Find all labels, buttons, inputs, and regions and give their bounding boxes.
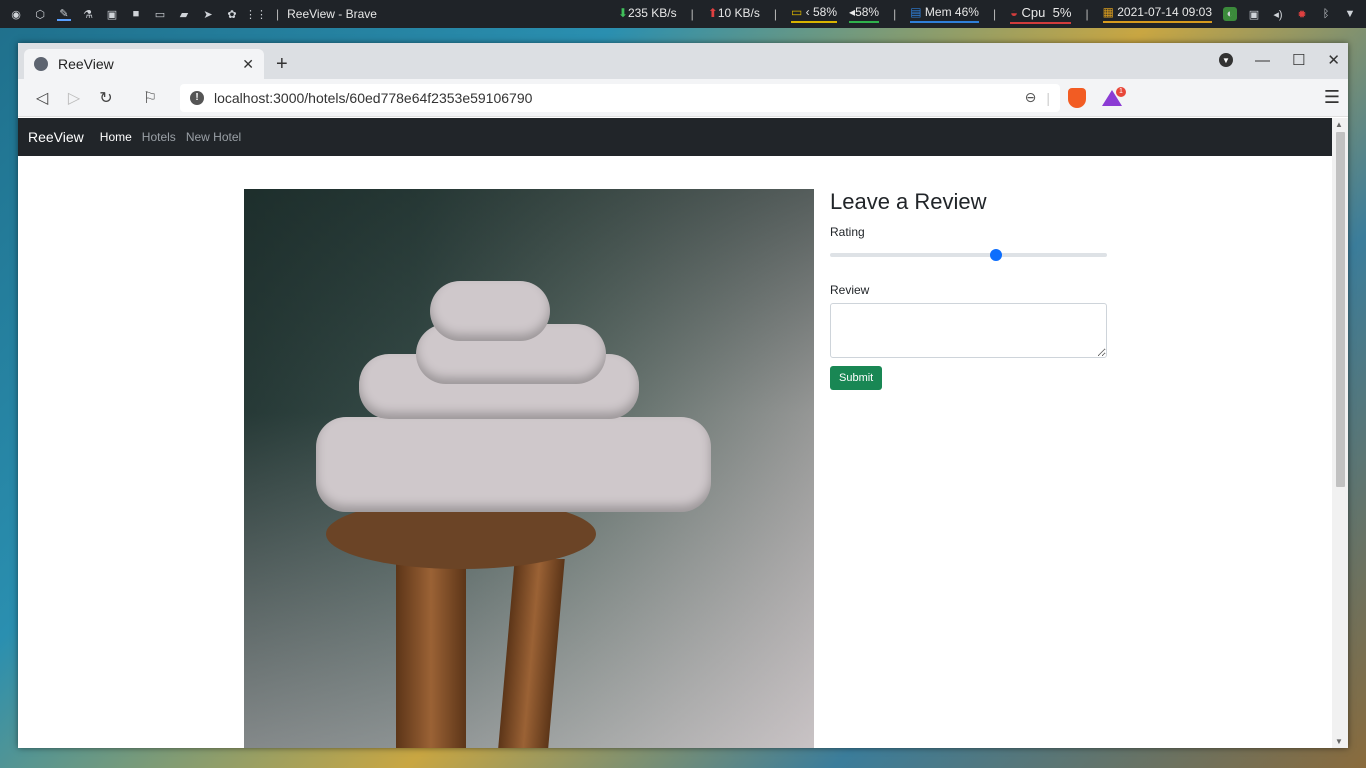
memory-icon: ▤ bbox=[910, 5, 922, 19]
upload-arrow-icon: ⬆ bbox=[707, 6, 718, 20]
active-window-title[interactable]: ReeView - Brave bbox=[287, 7, 377, 21]
brave-rewards-icon[interactable]: 1 bbox=[1102, 86, 1126, 106]
scrollbar-thumb[interactable] bbox=[1336, 132, 1345, 487]
window-controls: ▼ — ☐ ✕ bbox=[1218, 51, 1340, 69]
video-camera-icon[interactable]: ■ bbox=[129, 7, 143, 21]
calendar-icon: ▦ bbox=[1102, 5, 1114, 19]
url-text[interactable]: localhost:3000/hotels/60ed778e64f2353e59… bbox=[214, 90, 1025, 106]
towel bbox=[430, 281, 550, 341]
scroll-down-icon[interactable]: ▼ bbox=[1335, 737, 1343, 746]
battery-indicator[interactable]: ▭ ‹ 58% bbox=[790, 5, 838, 23]
memory-indicator: ▤ Mem 46% bbox=[910, 5, 979, 23]
bookmark-icon[interactable]: ⚐ bbox=[134, 88, 166, 108]
battery-icon: ▭ bbox=[790, 5, 803, 19]
tray-app-icon[interactable]: ◐ bbox=[1223, 7, 1237, 21]
forward-button[interactable]: ▷ bbox=[58, 88, 90, 108]
panel-separator: | bbox=[773, 7, 777, 21]
zoom-icon[interactable]: ⊖ bbox=[1025, 89, 1037, 106]
laptop-icon[interactable]: ▭ bbox=[153, 7, 167, 21]
flask-icon[interactable]: ⚗ bbox=[81, 7, 95, 21]
clock[interactable]: ▦ 2021-07-14 09:03 bbox=[1102, 5, 1212, 23]
review-textarea[interactable] bbox=[830, 303, 1107, 358]
cpu-indicator: ◒ Cpu 5% bbox=[1010, 4, 1072, 24]
towel bbox=[316, 417, 711, 512]
address-bar[interactable]: ! localhost:3000/hotels/60ed778e64f2353e… bbox=[180, 83, 1060, 112]
site-brand[interactable]: ReeView bbox=[28, 129, 84, 145]
page-content: ReeView Home Hotels New Hotel Leave a Re… bbox=[18, 118, 1332, 748]
review-label: Review bbox=[830, 283, 870, 297]
tab-search-dropdown-icon[interactable]: ▼ bbox=[1218, 53, 1233, 67]
rating-label: Rating bbox=[830, 225, 865, 239]
app-launcher-icon[interactable]: ◉ bbox=[9, 7, 23, 21]
wifi-icon[interactable]: ▼ bbox=[1343, 7, 1357, 21]
site-info-icon[interactable]: ! bbox=[190, 90, 204, 105]
nav-hotels[interactable]: Hotels bbox=[142, 130, 176, 144]
back-button[interactable]: ◁ bbox=[26, 88, 58, 108]
image-viewer-icon[interactable]: ▣ bbox=[105, 7, 119, 21]
volume-tray-icon[interactable]: ◂) bbox=[1271, 7, 1285, 21]
brave-shields-icon[interactable] bbox=[1068, 87, 1086, 108]
tab-title: ReeView bbox=[58, 56, 114, 72]
close-window-button[interactable]: ✕ bbox=[1327, 51, 1340, 69]
menu-icon[interactable]: ☰ bbox=[1324, 87, 1340, 108]
folder-icon[interactable]: ▰ bbox=[177, 7, 191, 21]
rating-slider[interactable] bbox=[830, 245, 1107, 265]
cpu-icon: ◒ bbox=[1010, 4, 1018, 20]
page-scrollbar[interactable]: ▲ ▼ bbox=[1332, 118, 1348, 748]
tab-strip: ReeView ✕ + ▼ — ☐ ✕ bbox=[18, 43, 1348, 79]
nav-home[interactable]: Home bbox=[100, 130, 132, 144]
stool-leg bbox=[396, 559, 466, 748]
panel-separator: | bbox=[992, 7, 997, 21]
system-panel: ◉ ⬡ ✎ ⚗ ▣ ■ ▭ ▰ ➤ ✿ ⋮⋮ | ReeView - Brave… bbox=[0, 0, 1366, 28]
upload-rate: ⬆10 KB/s bbox=[707, 6, 760, 20]
close-tab-icon[interactable]: ✕ bbox=[242, 56, 254, 73]
maximize-button[interactable]: ☐ bbox=[1292, 51, 1305, 69]
scroll-up-icon[interactable]: ▲ bbox=[1335, 120, 1343, 129]
site-navbar: ReeView Home Hotels New Hotel bbox=[18, 118, 1332, 156]
new-tab-button[interactable]: + bbox=[276, 53, 288, 76]
bluetooth-icon[interactable]: ᛒ bbox=[1319, 7, 1333, 21]
paw-icon[interactable]: ✿ bbox=[225, 7, 239, 21]
globe-icon bbox=[34, 57, 48, 71]
network-app-icon[interactable]: ⬡ bbox=[33, 7, 47, 21]
bug-icon[interactable]: ✹ bbox=[1295, 7, 1309, 21]
minimize-button[interactable]: — bbox=[1255, 52, 1270, 69]
hotel-image bbox=[244, 189, 814, 748]
tab-reeview[interactable]: ReeView ✕ bbox=[24, 49, 264, 79]
panel-separator: | bbox=[1085, 7, 1089, 21]
apps-grid-icon[interactable]: ⋮⋮ bbox=[245, 7, 267, 21]
rating-slider-track[interactable] bbox=[830, 253, 1107, 257]
panel-separator: | bbox=[690, 7, 694, 21]
submit-button[interactable]: Submit bbox=[830, 366, 883, 390]
nav-new-hotel[interactable]: New Hotel bbox=[186, 130, 241, 144]
download-rate: ⬇235 KB/s bbox=[617, 6, 677, 20]
panel-separator: | bbox=[893, 7, 897, 21]
reload-button[interactable]: ↻ bbox=[90, 88, 122, 108]
review-form: Leave a Review Rating Review Submit bbox=[830, 189, 1107, 390]
volume-indicator[interactable]: ◂58% bbox=[849, 5, 880, 23]
screenshot-icon[interactable]: ▣ bbox=[1247, 7, 1261, 21]
review-heading: Leave a Review bbox=[830, 189, 987, 214]
telegram-icon[interactable]: ➤ bbox=[201, 7, 215, 21]
rewards-badge: 1 bbox=[1116, 86, 1126, 97]
download-arrow-icon: ⬇ bbox=[617, 6, 628, 20]
url-separator: | bbox=[1046, 89, 1050, 106]
panel-separator: | bbox=[276, 7, 280, 21]
browser-window: ReeView ✕ + ▼ — ☐ ✕ ◁ ▷ ↻ ⚐ ! localhost:… bbox=[18, 43, 1348, 748]
pipette-icon[interactable]: ✎ bbox=[57, 7, 71, 21]
browser-toolbar: ◁ ▷ ↻ ⚐ ! localhost:3000/hotels/60ed778e… bbox=[18, 79, 1348, 117]
rating-slider-thumb[interactable] bbox=[990, 249, 1003, 261]
